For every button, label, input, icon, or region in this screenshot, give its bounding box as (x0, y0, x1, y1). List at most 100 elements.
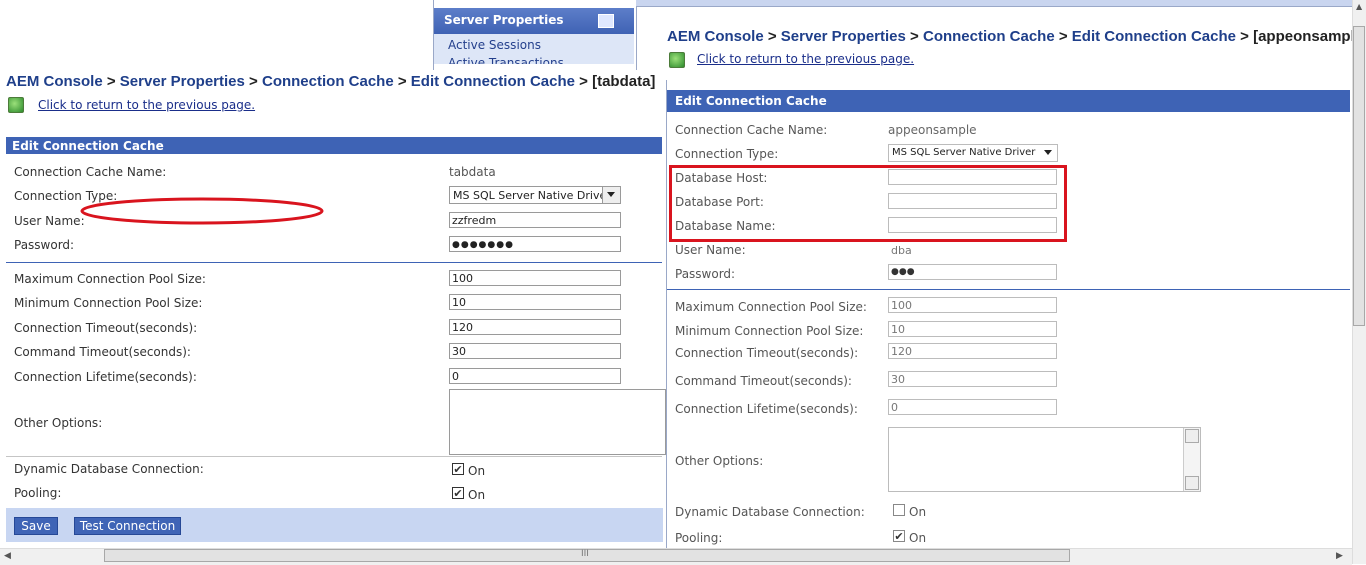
pooling-label: Pooling: (14, 486, 62, 500)
breadcrumb-link[interactable]: Edit Connection Cache (411, 73, 575, 90)
other-options-textarea[interactable] (449, 389, 666, 455)
divider (6, 456, 662, 457)
connection-type-label: Connection Type: (675, 147, 779, 161)
grip-icon: III (581, 549, 589, 559)
back-icon[interactable] (669, 52, 685, 68)
sidebar-title: Server Properties (444, 13, 564, 27)
chevron-down-icon[interactable] (1040, 145, 1057, 161)
cache-name-value: appeonsample (888, 123, 977, 137)
breadcrumb-link[interactable]: Server Properties (781, 28, 906, 45)
pooling-checkbox[interactable]: ✔ (452, 487, 464, 499)
user-name-label: User Name: (14, 214, 85, 228)
dynamic-db-on-label: On (468, 464, 486, 478)
sidebar-header[interactable]: Server Properties (434, 8, 634, 34)
chevron-down-icon[interactable] (602, 187, 620, 203)
pooling-label: Pooling: (675, 531, 723, 545)
cache-name-label: Connection Cache Name: (14, 165, 167, 179)
sidebar-item-label: Active Transactions (448, 56, 564, 64)
cmd-timeout-label: Command Timeout(seconds): (675, 374, 852, 388)
back-link[interactable]: Click to return to the previous page. (697, 52, 914, 66)
breadcrumb-link[interactable]: Connection Cache (262, 73, 394, 90)
collapse-icon[interactable] (598, 14, 614, 28)
cmd-timeout-label: Command Timeout(seconds): (14, 345, 191, 359)
cmd-timeout-field[interactable]: 30 (449, 343, 621, 359)
scroll-up-icon[interactable] (1185, 429, 1199, 443)
background-top-bar (636, 0, 1352, 7)
breadcrumb-current: [appeonsample] (1253, 28, 1366, 45)
password-field[interactable]: ●●● (888, 264, 1057, 280)
breadcrumb-link[interactable]: AEM Console (667, 28, 764, 45)
divider (6, 262, 662, 263)
password-field[interactable]: ●●●●●●● (449, 236, 621, 252)
breadcrumb-link[interactable]: Edit Connection Cache (1072, 28, 1236, 45)
horizontal-scroll-thumb[interactable]: III (104, 549, 1070, 562)
min-pool-field[interactable]: 10 (888, 321, 1057, 337)
section-header: Edit Connection Cache (667, 90, 1350, 112)
cache-name-label: Connection Cache Name: (675, 123, 828, 137)
user-name-label: User Name: (675, 243, 746, 257)
scroll-left-icon[interactable]: ◀ (4, 551, 11, 561)
breadcrumb-link[interactable]: AEM Console (6, 73, 103, 90)
max-pool-field[interactable]: 100 (888, 297, 1057, 313)
dynamic-db-label: Dynamic Database Connection: (675, 505, 865, 519)
test-connection-button[interactable]: Test Connection (74, 517, 181, 535)
conn-timeout-label: Connection Timeout(seconds): (675, 346, 859, 360)
pooling-on-label: On (468, 488, 486, 502)
back-link[interactable]: Click to return to the previous page. (38, 98, 255, 112)
conn-timeout-field[interactable]: 120 (449, 319, 621, 335)
cmd-timeout-field[interactable]: 30 (888, 371, 1057, 387)
password-label: Password: (14, 238, 75, 252)
lifetime-label: Connection Lifetime(seconds): (675, 402, 858, 416)
other-options-textarea[interactable] (888, 427, 1201, 492)
min-pool-label: Minimum Connection Pool Size: (675, 324, 864, 338)
cache-name-value: tabdata (449, 165, 496, 179)
annotation-rectangle (669, 165, 1067, 242)
scroll-down-icon[interactable] (1185, 476, 1199, 490)
connection-type-select[interactable]: MS SQL Server Native Driver (888, 144, 1058, 162)
dynamic-db-checkbox[interactable] (893, 504, 905, 516)
user-name-field[interactable]: zzfredm (449, 212, 621, 228)
sidebar-item-label: Active Sessions (448, 38, 541, 52)
max-pool-field[interactable]: 100 (449, 270, 621, 286)
password-label: Password: (675, 267, 736, 281)
textarea-scrollbar[interactable] (1183, 428, 1200, 491)
lifetime-field[interactable]: 0 (449, 368, 621, 384)
dynamic-db-checkbox[interactable]: ✔ (452, 463, 464, 475)
sidebar-item-active-sessions[interactable]: Active Sessions (434, 34, 634, 56)
user-name-field[interactable]: dba (888, 242, 1057, 258)
dynamic-db-label: Dynamic Database Connection: (14, 462, 204, 476)
breadcrumb: AEM Console > Server Properties > Connec… (667, 28, 1366, 45)
connection-type-value: MS SQL Server Native Driver (453, 189, 611, 202)
pooling-checkbox[interactable]: ✔ (893, 530, 905, 542)
sidebar-item-active-transactions[interactable]: Active Transactions (434, 56, 634, 64)
breadcrumb-current: [tabdata] (592, 73, 656, 90)
conn-timeout-field[interactable]: 120 (888, 343, 1057, 359)
pooling-on-label: On (909, 531, 927, 545)
back-icon[interactable] (8, 97, 24, 113)
divider (667, 289, 1350, 290)
connection-type-select[interactable]: MS SQL Server Native Driver (449, 186, 621, 204)
other-options-label: Other Options: (14, 416, 103, 430)
save-button[interactable]: Save (14, 517, 58, 535)
breadcrumb: AEM Console > Server Properties > Connec… (6, 73, 656, 90)
lifetime-label: Connection Lifetime(seconds): (14, 370, 197, 384)
min-pool-label: Minimum Connection Pool Size: (14, 296, 203, 310)
panel-divider (666, 80, 667, 550)
section-title: Edit Connection Cache (675, 94, 827, 108)
section-header: Edit Connection Cache (6, 137, 662, 154)
breadcrumb-link[interactable]: Server Properties (120, 73, 245, 90)
annotation-ellipse (80, 197, 324, 225)
other-options-label: Other Options: (675, 454, 764, 468)
scroll-up-icon[interactable]: ▲ (1356, 2, 1362, 11)
vertical-scroll-thumb[interactable] (1353, 26, 1365, 326)
breadcrumb-link[interactable]: Connection Cache (923, 28, 1055, 45)
min-pool-field[interactable]: 10 (449, 294, 621, 310)
max-pool-label: Maximum Connection Pool Size: (14, 272, 206, 286)
conn-timeout-label: Connection Timeout(seconds): (14, 321, 198, 335)
section-title: Edit Connection Cache (12, 139, 164, 153)
max-pool-label: Maximum Connection Pool Size: (675, 300, 867, 314)
scroll-right-icon[interactable]: ▶ (1336, 551, 1343, 561)
connection-type-value: MS SQL Server Native Driver (892, 147, 1036, 158)
lifetime-field[interactable]: 0 (888, 399, 1057, 415)
dynamic-db-on-label: On (909, 505, 927, 519)
